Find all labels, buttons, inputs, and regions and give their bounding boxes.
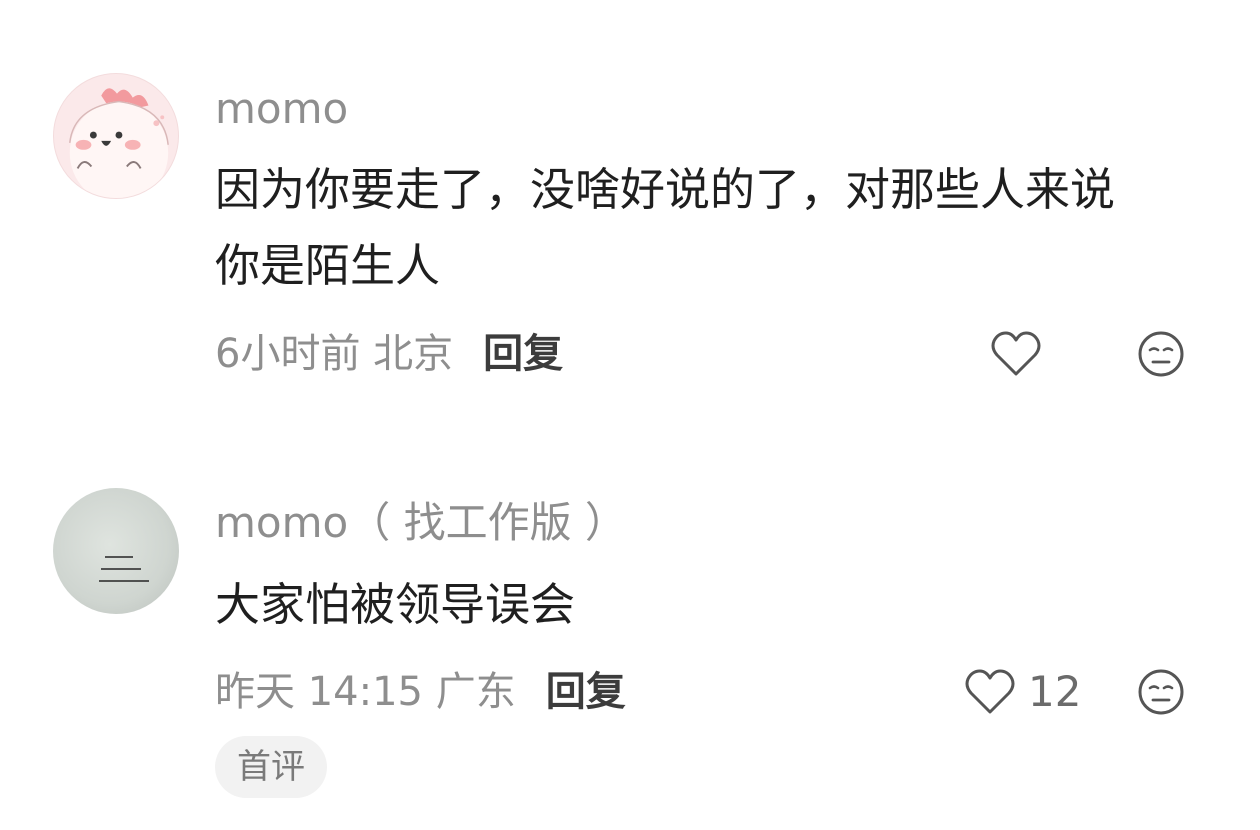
emoji-reaction-button[interactable] [1137,330,1185,378]
comment-item: momo 因为你要走了，没啥好说的了，对那些人来说 你是陌生人 6小时前 北京 … [0,0,1260,420]
comment-text-line: 你是陌生人 [215,239,441,292]
heart-outline-icon [965,669,1015,714]
avatar[interactable] [53,73,179,199]
cute-character-avatar-image [69,88,169,198]
comment-text-line: 大家怕被领导误会 [215,578,576,631]
reply-button[interactable]: 回复 [483,334,563,374]
reply-button[interactable]: 回复 [546,672,626,712]
time-location: 6小时前 北京 [215,331,454,377]
avatar[interactable] [53,488,179,614]
text-card-photo-avatar-image [99,556,149,582]
comment-item: momo（ 找工作版 ） 大家怕被领导误会 昨天 14:15 广东 回复 12 … [0,440,1260,830]
like-count: 12 [1028,667,1082,716]
first-comment-badge: 首评 [215,736,327,798]
time-location: 昨天 14:15 广东 [215,669,516,715]
comment-meta: 昨天 14:15 广东 回复 [215,672,626,712]
comment-meta: 6小时前 北京 回复 [215,334,563,374]
username[interactable]: momo [215,88,348,130]
comment-text-line: 因为你要走了，没啥好说的了，对那些人来说 [215,163,1116,216]
neutral-face-icon [1138,331,1184,377]
heart-outline-icon [991,331,1041,376]
neutral-face-icon [1138,669,1184,715]
emoji-reaction-button[interactable] [1137,668,1185,716]
username[interactable]: momo（ 找工作版 ） [215,502,627,544]
like-button[interactable]: 12 [964,668,1081,716]
like-button[interactable] [990,330,1054,378]
comment-text: 大家怕被领导误会 [215,567,1215,643]
comment-text: 因为你要走了，没啥好说的了，对那些人来说 你是陌生人 [215,152,1215,304]
